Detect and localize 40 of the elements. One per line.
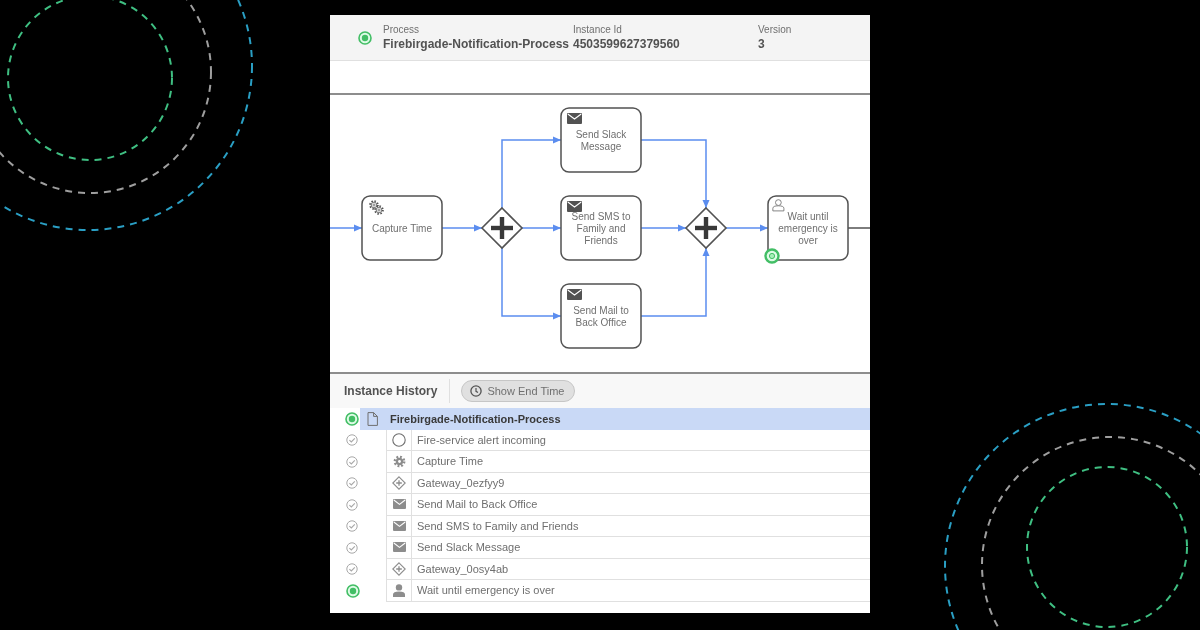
user-icon <box>772 199 785 212</box>
envelope-icon <box>567 201 582 212</box>
history-row[interactable]: Gateway_0osy4ab <box>386 558 870 580</box>
history-row[interactable]: Capture Time <box>386 451 870 473</box>
clock-icon <box>470 385 483 397</box>
field-label: Process <box>383 23 420 36</box>
history-row[interactable]: Firebirgade-Notification-Process <box>360 408 870 430</box>
history-row[interactable]: Fire-service alert incoming <box>386 429 870 451</box>
plus-diamond-icon <box>392 475 406 490</box>
person-icon <box>393 583 405 597</box>
gateway-diamond <box>480 206 524 250</box>
task-label: Send Mail to Back Office <box>573 304 629 328</box>
envelope-icon <box>392 499 406 510</box>
envelope-icon <box>567 289 582 300</box>
show-end-time-button[interactable]: Show End Time <box>461 380 576 402</box>
task-label: Send SMS to Family and Friends <box>571 210 631 246</box>
gear-icon <box>392 454 406 468</box>
field-value: Firebirgade-Notification-Process <box>383 36 570 52</box>
field-value: 4503599627379560 <box>573 36 680 52</box>
field-value: 3 <box>758 36 765 52</box>
envelope-icon <box>392 542 406 553</box>
task-label: Send Slack Message <box>575 128 627 152</box>
history-row[interactable]: Gateway_0ezfyy9 <box>386 472 870 494</box>
plus-diamond-icon <box>392 561 406 576</box>
history-row[interactable]: Send SMS to Family and Friends <box>386 515 870 537</box>
gateway-diamond <box>684 206 728 250</box>
sequence-flow-arrow <box>330 224 363 232</box>
task-label: Wait until emergency is over <box>778 210 838 246</box>
field-label: Instance Id <box>573 23 622 36</box>
document-icon <box>366 411 378 426</box>
field-label: Version <box>758 23 792 36</box>
history-row[interactable]: Send Slack Message <box>386 537 870 559</box>
section-title: Instance History <box>344 383 438 400</box>
history-row[interactable]: Send Mail to Back Office <box>386 494 870 516</box>
task-label: Capture Time <box>372 222 432 234</box>
envelope-icon <box>392 520 406 531</box>
circle-icon <box>392 432 406 447</box>
gears-icon <box>369 200 384 215</box>
envelope-icon <box>567 113 582 124</box>
history-row[interactable]: Wait until emergency is over <box>386 580 870 602</box>
